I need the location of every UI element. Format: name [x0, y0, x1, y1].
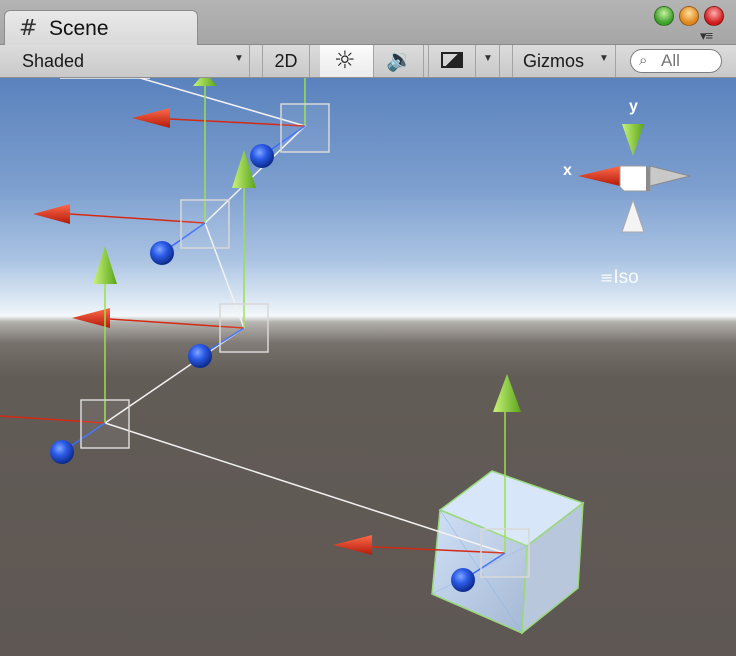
- grid-icon: #: [19, 16, 38, 41]
- scene-audio-toggle[interactable]: 🔉: [374, 45, 424, 77]
- effects-dropdown-caret-icon[interactable]: ▼: [483, 53, 493, 64]
- tab-scene[interactable]: # Scene: [4, 10, 198, 45]
- divider: [475, 45, 476, 77]
- image-icon: [441, 52, 463, 68]
- shading-mode-dropdown[interactable]: Shaded ▼: [10, 45, 250, 77]
- menu-lines-icon: ≡: [600, 268, 614, 287]
- chevron-down-icon: ▼: [234, 53, 244, 64]
- z-axis-sphere-icons[interactable]: [50, 144, 475, 592]
- chevron-down-icon: ▼: [599, 53, 609, 64]
- scene-lighting-toggle[interactable]: ☼: [320, 45, 374, 77]
- close-button[interactable]: [704, 6, 724, 26]
- shading-mode-label: Shaded: [22, 51, 85, 71]
- hierarchy-search[interactable]: ⌕: [630, 49, 722, 73]
- scene-view-render: [0, 78, 691, 635]
- orientation-gizmo[interactable]: [578, 124, 691, 233]
- scene-effects-toggle[interactable]: ▼: [428, 45, 500, 77]
- gizmo-y-label[interactable]: y: [629, 98, 638, 116]
- search-input[interactable]: [661, 51, 717, 71]
- tab-strip: # Scene ▾≡: [0, 0, 736, 45]
- sun-icon: ☼: [334, 46, 356, 74]
- z-axis-handles[interactable]: [61, 125, 506, 581]
- minimize-button[interactable]: [679, 6, 699, 26]
- search-icon: ⌕: [639, 51, 648, 69]
- unity-scene-window: # Scene ▾≡ Shaded ▼ 2D ☼ 🔉 ▼ Gizmos ▼ ⌕: [0, 0, 736, 656]
- tab-menu-icon[interactable]: ▾≡: [700, 28, 713, 44]
- gizmos-dropdown[interactable]: Gizmos ▼: [512, 45, 616, 77]
- scene-toolbar: Shaded ▼ 2D ☼ 🔉 ▼ Gizmos ▼ ⌕: [0, 45, 736, 78]
- tab-scene-label: Scene: [49, 17, 109, 40]
- x-axis-cone-icons[interactable]: [33, 108, 372, 555]
- projection-label: Iso: [613, 267, 639, 288]
- maximize-button[interactable]: [654, 6, 674, 26]
- speaker-icon: 🔉: [386, 48, 414, 73]
- mode-2d-button[interactable]: 2D: [262, 45, 310, 77]
- projection-toggle[interactable]: ≡Iso: [600, 267, 639, 289]
- gizmo-x-label[interactable]: x: [563, 162, 572, 180]
- gizmos-label: Gizmos: [523, 51, 585, 71]
- scene-viewport[interactable]: y x ≡Iso: [0, 78, 736, 656]
